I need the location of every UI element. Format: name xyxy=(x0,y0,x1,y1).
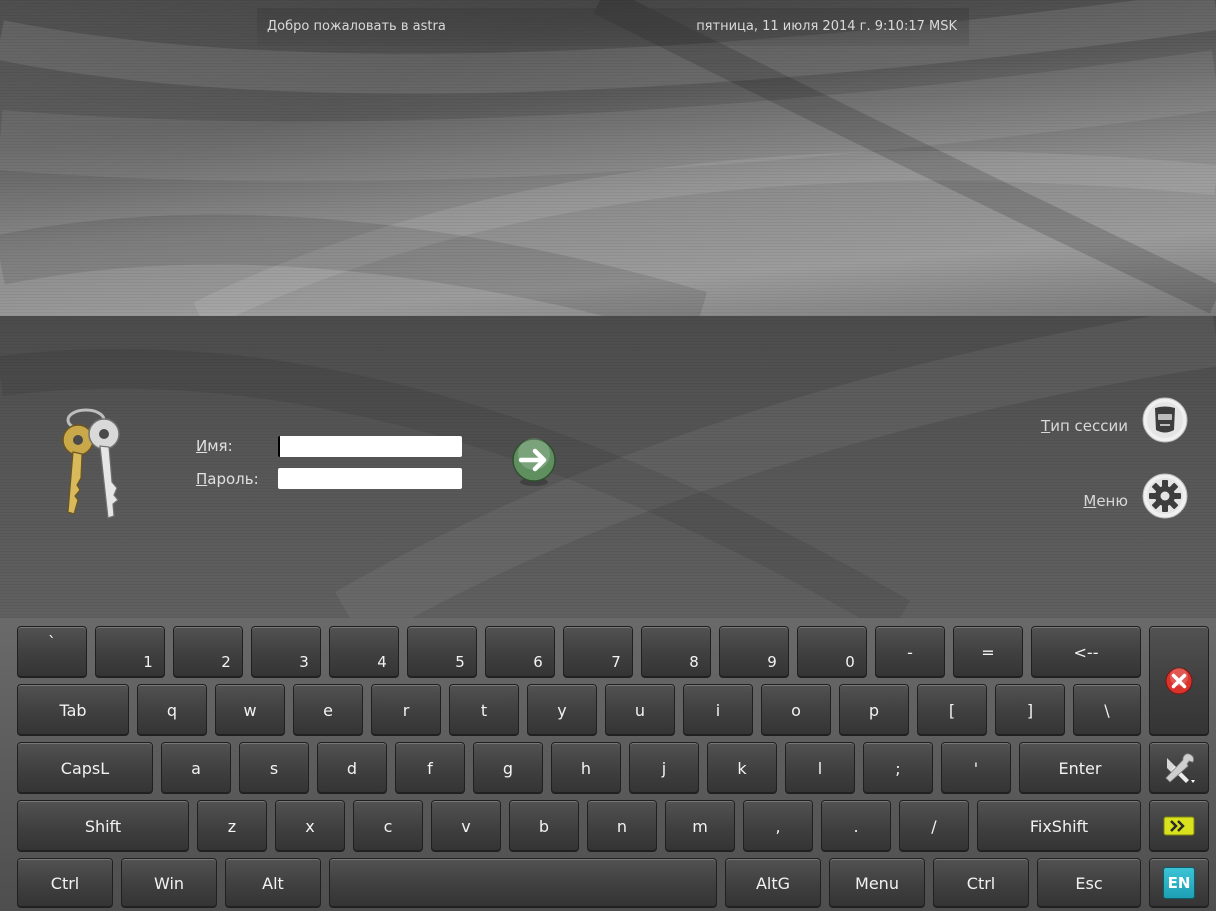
key-2[interactable]: 2 xyxy=(173,626,243,678)
key-bracket-left[interactable]: [ xyxy=(917,684,987,736)
key-equals[interactable]: = xyxy=(953,626,1023,678)
key-fixshift[interactable]: FixShift xyxy=(977,800,1141,852)
tools-icon xyxy=(1165,753,1195,783)
key-g[interactable]: g xyxy=(473,742,543,794)
key-menu[interactable]: Menu xyxy=(829,858,925,908)
close-icon xyxy=(1165,667,1193,695)
key-backslash[interactable]: \ xyxy=(1073,684,1141,736)
on-screen-keyboard: ` 1 2 3 4 5 6 7 8 9 0 - = <-- Tab q w e … xyxy=(0,618,1216,911)
background-streaks-middle xyxy=(0,316,1216,618)
key-a[interactable]: a xyxy=(161,742,231,794)
key-y[interactable]: y xyxy=(527,684,597,736)
keyboard-hide-button[interactable] xyxy=(1149,800,1209,852)
key-p[interactable]: p xyxy=(839,684,909,736)
key-backspace[interactable]: <-- xyxy=(1031,626,1141,678)
key-tab[interactable]: Tab xyxy=(17,684,129,736)
key-t[interactable]: t xyxy=(449,684,519,736)
key-c[interactable]: c xyxy=(353,800,423,852)
password-input[interactable] xyxy=(278,468,462,489)
key-0[interactable]: 0 xyxy=(797,626,867,678)
key-alt[interactable]: Alt xyxy=(225,858,321,908)
key-i[interactable]: i xyxy=(683,684,753,736)
key-8[interactable]: 8 xyxy=(641,626,711,678)
username-input[interactable] xyxy=(278,436,462,457)
datetime-text: пятница, 11 июля 2014 г. 9:10:17 MSK xyxy=(696,19,957,34)
key-h[interactable]: h xyxy=(551,742,621,794)
username-label: Имя: xyxy=(196,437,233,455)
session-type-link[interactable]: Тип сессии xyxy=(1041,417,1128,435)
key-altgr[interactable]: AltG xyxy=(725,858,821,908)
keys-icon xyxy=(62,408,120,519)
key-esc[interactable]: Esc xyxy=(1037,858,1141,908)
key-7[interactable]: 7 xyxy=(563,626,633,678)
key-q[interactable]: q xyxy=(137,684,207,736)
key-k[interactable]: k xyxy=(707,742,777,794)
key-z[interactable]: z xyxy=(197,800,267,852)
key-5[interactable]: 5 xyxy=(407,626,477,678)
background-top xyxy=(0,0,1216,316)
key-l[interactable]: l xyxy=(785,742,855,794)
login-go-button[interactable] xyxy=(510,436,558,488)
key-bracket-right[interactable]: ] xyxy=(995,684,1065,736)
key-minus[interactable]: - xyxy=(875,626,945,678)
key-apostrophe[interactable]: ' xyxy=(941,742,1011,794)
key-m[interactable]: m xyxy=(665,800,735,852)
key-f[interactable]: f xyxy=(395,742,465,794)
keyboard-close-button[interactable] xyxy=(1149,626,1209,736)
key-3[interactable]: 3 xyxy=(251,626,321,678)
key-comma[interactable]: , xyxy=(743,800,813,852)
key-w[interactable]: w xyxy=(215,684,285,736)
top-status-bar: Добро пожаловать в astra пятница, 11 июл… xyxy=(257,8,969,46)
gear-icon[interactable] xyxy=(1141,472,1189,520)
key-o[interactable]: o xyxy=(761,684,831,736)
key-r[interactable]: r xyxy=(371,684,441,736)
key-v[interactable]: v xyxy=(431,800,501,852)
key-d[interactable]: d xyxy=(317,742,387,794)
key-ctrl-right[interactable]: Ctrl xyxy=(933,858,1029,908)
key-space[interactable] xyxy=(329,858,717,908)
welcome-text: Добро пожаловать в astra xyxy=(267,19,446,34)
double-arrow-icon xyxy=(1163,816,1195,836)
key-win[interactable]: Win xyxy=(121,858,217,908)
background-streaks xyxy=(0,0,1216,316)
password-label: Пароль: xyxy=(196,470,259,488)
key-grave[interactable]: ` xyxy=(17,626,87,678)
key-9[interactable]: 9 xyxy=(719,626,789,678)
key-slash[interactable]: / xyxy=(899,800,969,852)
key-s[interactable]: s xyxy=(239,742,309,794)
keyboard-layout-button[interactable]: EN xyxy=(1149,858,1209,908)
key-b[interactable]: b xyxy=(509,800,579,852)
menu-link[interactable]: Меню xyxy=(1083,492,1128,510)
key-semicolon[interactable]: ; xyxy=(863,742,933,794)
key-x[interactable]: x xyxy=(275,800,345,852)
key-e[interactable]: e xyxy=(293,684,363,736)
key-period[interactable]: . xyxy=(821,800,891,852)
key-6[interactable]: 6 xyxy=(485,626,555,678)
session-type-icon[interactable] xyxy=(1141,396,1189,444)
keyboard-settings-button[interactable] xyxy=(1149,742,1209,794)
key-enter[interactable]: Enter xyxy=(1019,742,1141,794)
key-j[interactable]: j xyxy=(629,742,699,794)
background-middle xyxy=(0,316,1216,618)
key-4[interactable]: 4 xyxy=(329,626,399,678)
key-ctrl-left[interactable]: Ctrl xyxy=(17,858,113,908)
key-n[interactable]: n xyxy=(587,800,657,852)
key-u[interactable]: u xyxy=(605,684,675,736)
layout-indicator: EN xyxy=(1163,867,1195,899)
key-shift[interactable]: Shift xyxy=(17,800,189,852)
key-capslock[interactable]: CapsL xyxy=(17,742,153,794)
key-1[interactable]: 1 xyxy=(95,626,165,678)
